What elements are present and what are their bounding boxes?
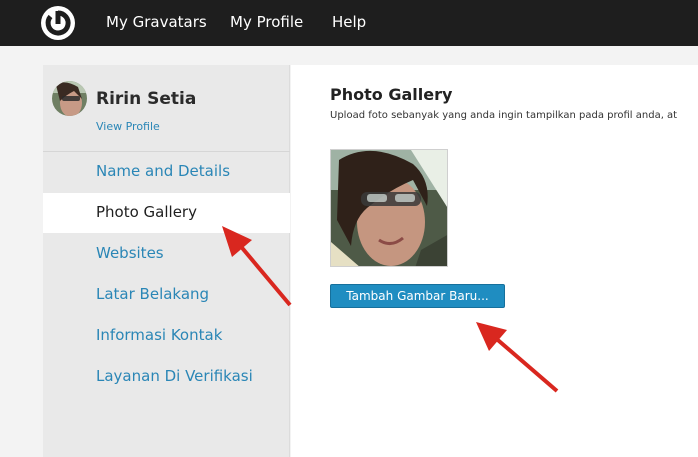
- sidebar-item-label: Layanan Di Verifikasi: [96, 367, 253, 385]
- profile-name: Ririn Setia: [96, 89, 197, 109]
- sidebar-item-websites[interactable]: Websites: [43, 234, 290, 274]
- add-new-image-button[interactable]: Tambah Gambar Baru...: [330, 284, 505, 308]
- page-description: Upload foto sebanyak yang anda ingin tam…: [330, 110, 678, 121]
- sidebar-item-label: Informasi Kontak: [96, 326, 223, 344]
- gravatar-logo-icon[interactable]: [40, 5, 76, 41]
- sidebar-item-layanan-di-verifikasi[interactable]: Layanan Di Verifikasi: [43, 357, 290, 397]
- sidebar-item-label: Photo Gallery: [96, 203, 197, 221]
- main-content: Photo Gallery Upload foto sebanyak yang …: [291, 65, 698, 457]
- nav-my-gravatars[interactable]: My Gravatars: [106, 13, 207, 31]
- gallery-photo[interactable]: [330, 149, 448, 267]
- sidebar-item-label: Websites: [96, 244, 164, 262]
- sidebar: Ririn Setia View Profile Name and Detail…: [43, 65, 290, 457]
- sidebar-item-informasi-kontak[interactable]: Informasi Kontak: [43, 316, 290, 356]
- nav-my-profile[interactable]: My Profile: [230, 13, 303, 31]
- avatar[interactable]: [52, 81, 87, 116]
- sidebar-item-latar-belakang[interactable]: Latar Belakang: [43, 275, 290, 315]
- sidebar-item-label: Name and Details: [96, 162, 231, 180]
- page-title: Photo Gallery: [330, 85, 453, 104]
- sidebar-item-name-and-details[interactable]: Name and Details: [43, 152, 290, 192]
- sidebar-item-label: Latar Belakang: [96, 285, 210, 303]
- view-profile-link[interactable]: View Profile: [96, 120, 160, 133]
- nav-help[interactable]: Help: [332, 13, 366, 31]
- sidebar-item-photo-gallery[interactable]: Photo Gallery: [43, 193, 290, 233]
- profile-card: Ririn Setia View Profile: [43, 65, 290, 152]
- top-navigation-bar: My Gravatars My Profile Help: [0, 0, 698, 46]
